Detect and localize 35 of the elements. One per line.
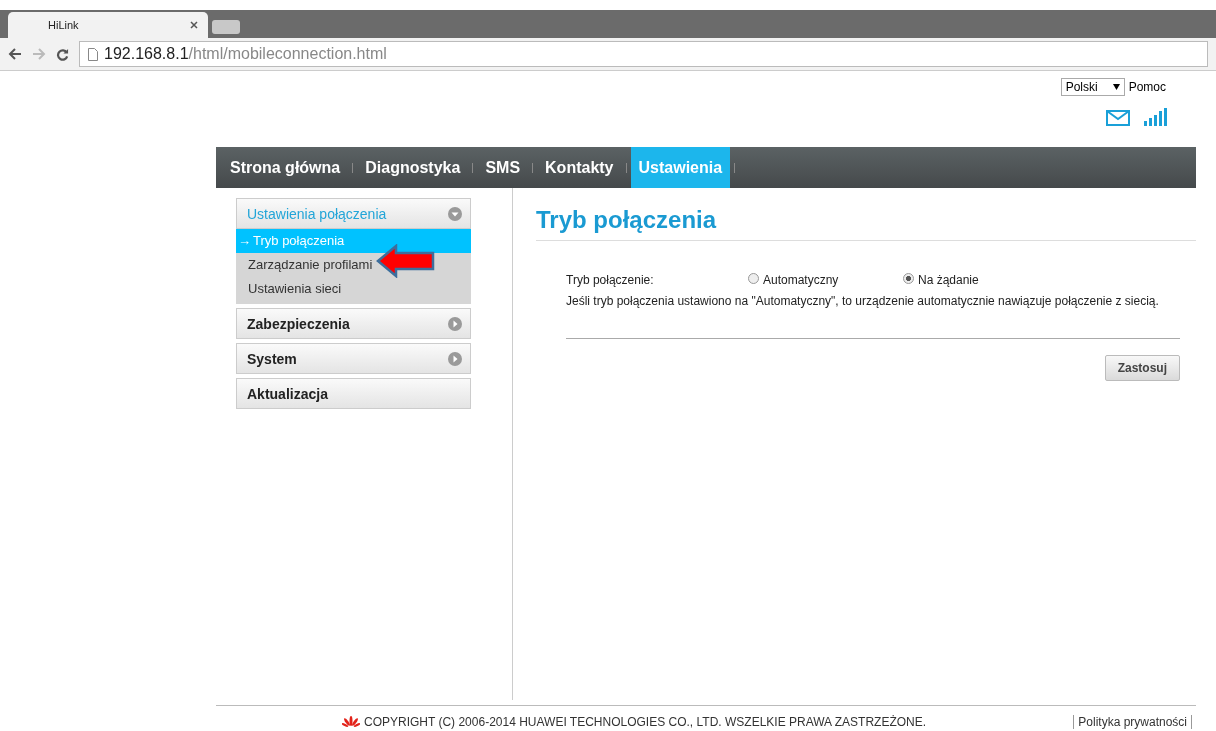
signal-icon (1144, 108, 1170, 126)
expand-icon (448, 351, 462, 366)
address-bar[interactable]: 192.168.8.1/html/mobileconnection.html (79, 41, 1208, 67)
page-title: Tryb połączenia (536, 206, 1196, 241)
browser-tab[interactable]: HiLink (8, 12, 208, 38)
flower-logo-icon (342, 716, 360, 728)
sidebar-item[interactable]: Zarządzanie profilami (236, 253, 471, 277)
dropdown-icon (1112, 84, 1120, 90)
nav-tab[interactable]: SMS (477, 147, 529, 188)
radio-option[interactable]: Automatyczny (748, 273, 903, 287)
sidebar-section[interactable]: Zabezpieczenia (236, 308, 471, 339)
back-icon[interactable] (8, 48, 22, 60)
expand-icon (448, 316, 462, 331)
field-label: Tryb połączenie: (566, 273, 655, 287)
collapse-icon (448, 206, 462, 221)
apply-button[interactable]: Zastosuj (1104, 355, 1180, 381)
nav-tab[interactable]: Diagnostyka (357, 147, 469, 188)
reload-icon[interactable] (56, 47, 69, 61)
nav-tab[interactable]: Kontakty (537, 147, 622, 188)
privacy-link[interactable]: Polityka prywatności (1073, 715, 1192, 729)
radio-button[interactable] (748, 272, 759, 284)
language-select[interactable]: Polski (1060, 78, 1125, 96)
close-icon[interactable] (190, 21, 198, 29)
radio-option[interactable]: Na żądanie (903, 273, 1058, 287)
copyright-text: COPYRIGHT (C) 2006-2014 HUAWEI TECHNOLOGIES CO., LTD. WSZELKIE PRAWA ZASTRZEŻONE. (364, 715, 927, 729)
sidebar-section[interactable]: System (236, 343, 471, 374)
page-icon (88, 47, 98, 61)
sidebar-section[interactable]: Aktualizacja (236, 378, 471, 409)
nav-tab[interactable]: Strona główna (222, 147, 349, 188)
envelope-icon[interactable] (1106, 110, 1130, 126)
help-link[interactable]: Pomoc (1128, 80, 1166, 94)
sidebar-item[interactable]: Ustawienia sieci (236, 277, 471, 301)
info-text: Jeśli tryb połączenia ustawiono na "Automatyczny", to urządzenie automatycznie nawiązuje połączenie z siecią. (566, 295, 1160, 308)
pointer-arrow-drawing (376, 244, 436, 278)
radio-button[interactable] (903, 272, 914, 284)
